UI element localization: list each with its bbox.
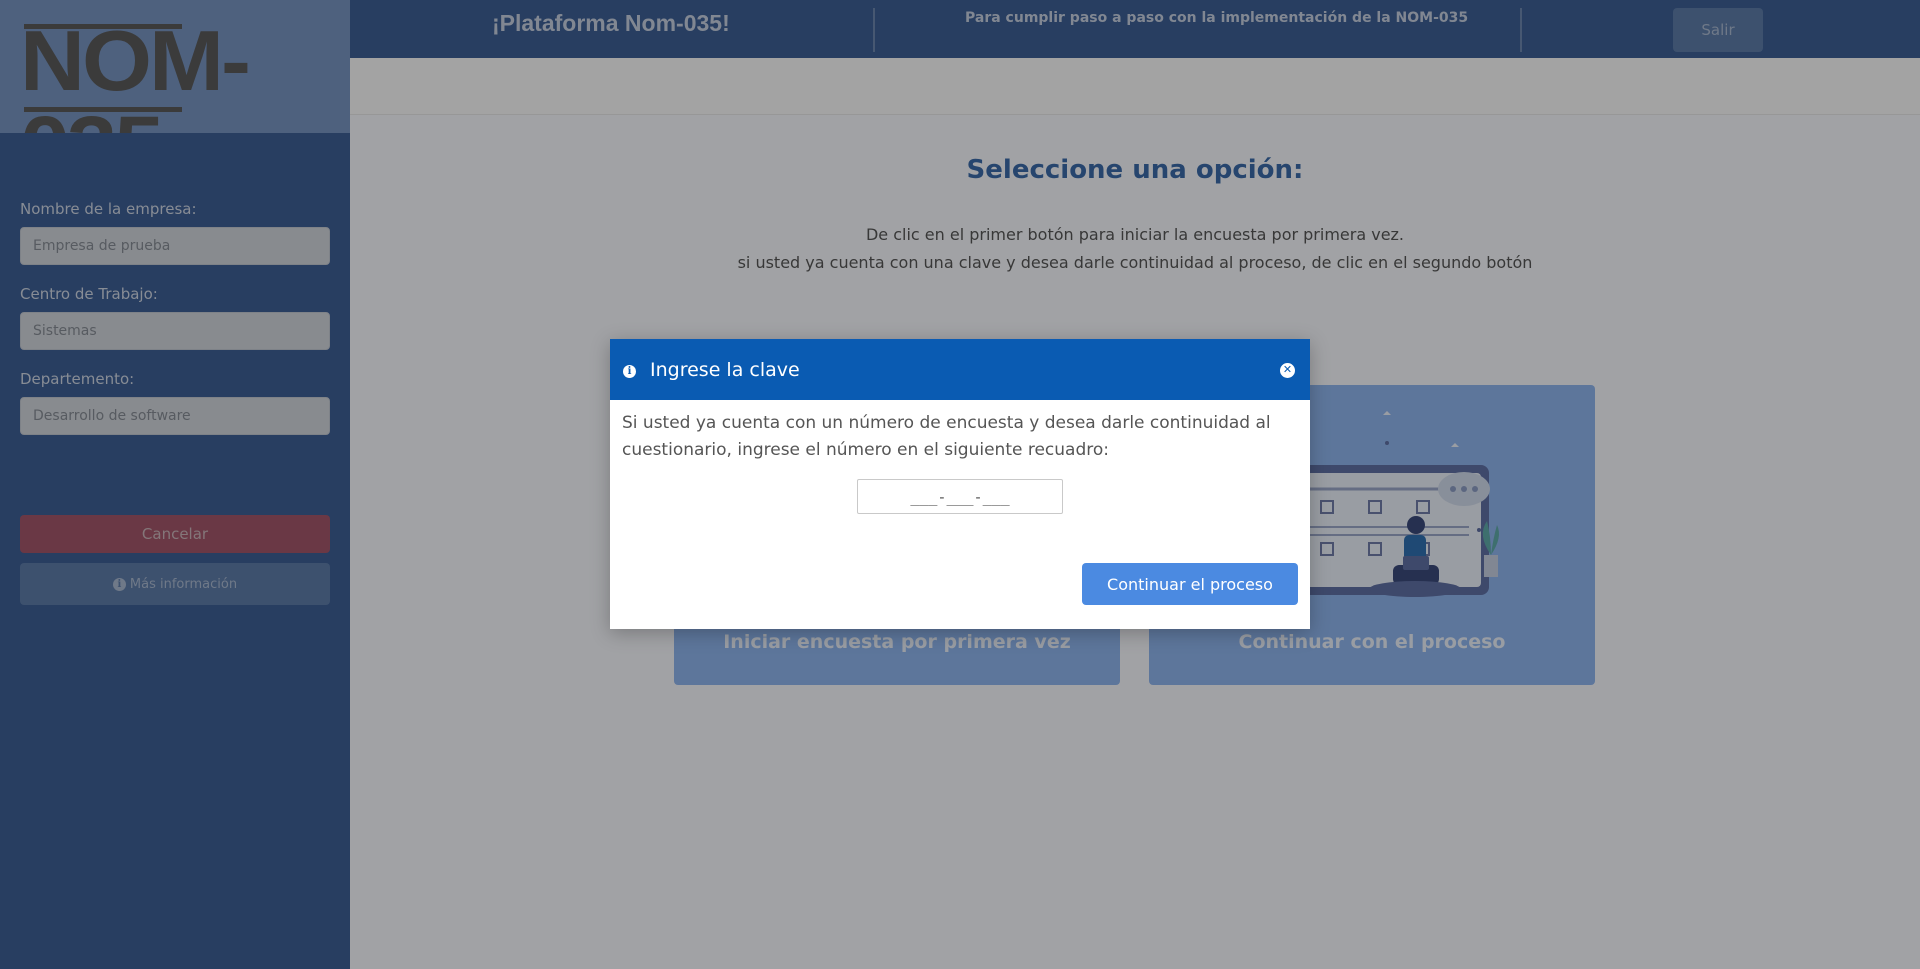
enter-key-dialog: i Ingrese la clave ✕ Si usted ya cuenta … [610, 339, 1310, 629]
continue-process-button[interactable]: Continuar el proceso [1082, 563, 1298, 605]
survey-key-input[interactable]: ___-___-___ [857, 479, 1063, 514]
dialog-title: Ingrese la clave [650, 359, 800, 381]
dialog-header: i Ingrese la clave ✕ [610, 339, 1310, 400]
info-circle-icon: i [623, 365, 636, 378]
close-circle-icon[interactable]: ✕ [1280, 363, 1295, 378]
dialog-message: Si usted ya cuenta con un número de encu… [622, 413, 1271, 460]
